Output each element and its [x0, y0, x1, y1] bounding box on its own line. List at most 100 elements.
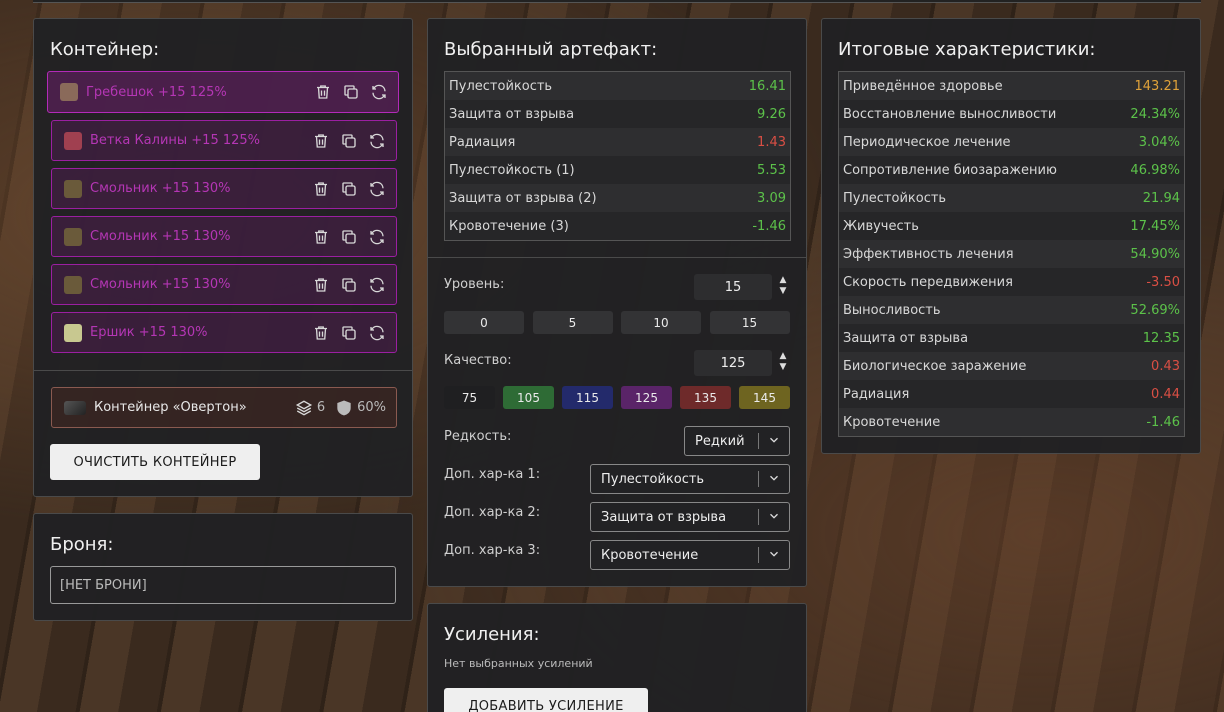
copy-icon[interactable]: [340, 132, 358, 150]
refresh-icon[interactable]: [368, 324, 386, 342]
stat-row: Кровотечение -1.46: [839, 408, 1184, 436]
stat-name: Периодическое лечение: [843, 134, 1011, 150]
stat-row: Живучесть 17.45%: [839, 212, 1184, 240]
stat-value: 21.94: [1142, 190, 1180, 206]
stat-row: Выносливость 52.69%: [839, 296, 1184, 324]
stat-name: Пулестойкость: [449, 78, 553, 94]
ershik-icon: [64, 323, 82, 342]
artifact-label: Гребешок +15 125%: [86, 84, 227, 100]
artifact-actions: [314, 83, 388, 101]
artifact-row[interactable]: Смольник +15 130%: [51, 264, 397, 305]
select-separator: [758, 433, 759, 449]
stat-row: Пулестойкость (1) 5.53: [445, 156, 790, 184]
level-spinner[interactable]: ▲ ▼: [778, 275, 788, 297]
refresh-icon[interactable]: [368, 180, 386, 198]
extra2-value: Защита от взрыва: [601, 509, 727, 525]
shield-icon: [335, 399, 353, 417]
stat-row: Защита от взрыва (2) 3.09: [445, 184, 790, 212]
stat-value: -3.50: [1146, 274, 1180, 290]
artifact-label: Ветка Калины +15 125%: [90, 133, 261, 148]
level-preset-chip[interactable]: 0: [444, 311, 524, 334]
selected-title: Выбранный артефакт:: [444, 39, 658, 60]
smolnik-icon: [64, 179, 82, 198]
stat-name: Скорость передвижения: [843, 274, 1013, 290]
rarity-label: Редкость:: [444, 429, 512, 444]
stat-value: -1.46: [752, 218, 786, 234]
grebeshok-icon: [60, 83, 78, 101]
stat-row: Сопротивление биозаражению 46.98%: [839, 156, 1184, 184]
artifact-row[interactable]: Гребешок +15 125%: [47, 71, 399, 113]
smolnik-icon: [64, 275, 82, 294]
extra1-value: Пулестойкость: [601, 471, 705, 487]
refresh-icon[interactable]: [368, 276, 386, 294]
refresh-icon[interactable]: [368, 132, 386, 150]
container-name: Контейнер «Овертон»: [94, 400, 247, 415]
level-preset-chip[interactable]: 5: [532, 311, 613, 334]
artifact-label: Смольник +15 130%: [90, 181, 231, 196]
armor-title: Броня:: [50, 534, 114, 555]
trash-icon[interactable]: [312, 324, 330, 342]
extra2-select[interactable]: Защита от взрыва: [590, 502, 790, 532]
copy-icon[interactable]: [340, 324, 358, 342]
level-preset-chip[interactable]: 10: [621, 311, 701, 334]
stat-value: 52.69%: [1130, 302, 1180, 318]
artifact-row[interactable]: Смольник +15 130%: [51, 168, 397, 209]
stat-name: Восстановление выносливости: [843, 106, 1057, 122]
boost-empty-text: Нет выбранных усилений: [444, 657, 593, 670]
level-input[interactable]: 15: [694, 274, 772, 300]
stat-row: Приведённое здоровье 143.21: [839, 72, 1184, 100]
stat-value: 1.43: [757, 134, 786, 150]
quality-label: Качество:: [444, 353, 512, 368]
top-bar: [33, 0, 1201, 3]
extra3-select[interactable]: Кровотечение: [590, 540, 790, 570]
quality-input[interactable]: 125: [694, 350, 772, 376]
artifact-row[interactable]: Ветка Калины +15 125%: [51, 120, 397, 161]
quality-preset-chip[interactable]: 115: [562, 386, 613, 409]
artifact-row[interactable]: Ершик +15 130%: [51, 312, 397, 353]
stat-value: 24.34%: [1130, 106, 1180, 122]
artifact-label: Ершик +15 130%: [90, 325, 208, 340]
trash-icon[interactable]: [314, 83, 332, 101]
stat-value: 3.04%: [1138, 134, 1180, 150]
artifact-label: Смольник +15 130%: [90, 229, 231, 244]
armor-panel: Броня: [НЕТ БРОНИ]: [33, 513, 413, 621]
stat-row: Пулестойкость 16.41: [445, 72, 790, 100]
stat-name: Кровотечение: [843, 414, 941, 430]
copy-icon[interactable]: [342, 83, 360, 101]
quality-preset-chip[interactable]: 75: [444, 386, 495, 409]
trash-icon[interactable]: [312, 132, 330, 150]
container-item[interactable]: Контейнер «Овертон» 6 60%: [51, 387, 397, 428]
extra1-select[interactable]: Пулестойкость: [590, 464, 790, 494]
copy-icon[interactable]: [340, 180, 358, 198]
artifact-actions: [312, 228, 386, 246]
level-preset-chip[interactable]: 15: [709, 311, 790, 334]
rarity-select[interactable]: Редкий: [684, 426, 790, 456]
trash-icon[interactable]: [312, 228, 330, 246]
stat-value: 0.44: [1151, 386, 1180, 402]
add-boost-button[interactable]: ДОБАВИТЬ УСИЛЕНИЕ: [444, 688, 648, 712]
trash-icon[interactable]: [312, 276, 330, 294]
level-label: Уровень:: [444, 277, 505, 292]
stat-value: 12.35: [1142, 330, 1180, 346]
protection-value: 60%: [357, 400, 386, 415]
divider: [428, 257, 806, 258]
copy-icon[interactable]: [340, 228, 358, 246]
quality-preset-chip[interactable]: 145: [739, 386, 790, 409]
quality-preset-chip[interactable]: 125: [621, 386, 672, 409]
refresh-icon[interactable]: [368, 228, 386, 246]
artifact-row[interactable]: Смольник +15 130%: [51, 216, 397, 257]
chevron-down-icon: [767, 509, 781, 523]
quality-preset-chip[interactable]: 135: [680, 386, 731, 409]
clear-container-button[interactable]: ОЧИСТИТЬ КОНТЕЙНЕР: [50, 444, 260, 480]
copy-icon[interactable]: [340, 276, 358, 294]
stat-row: Периодическое лечение 3.04%: [839, 128, 1184, 156]
stat-value: 3.09: [757, 190, 786, 206]
divider: [34, 370, 412, 371]
armor-select[interactable]: [НЕТ БРОНИ]: [50, 566, 396, 604]
stat-row: Восстановление выносливости 24.34%: [839, 100, 1184, 128]
refresh-icon[interactable]: [370, 83, 388, 101]
quality-spinner[interactable]: ▲ ▼: [778, 351, 788, 373]
stat-value: 143.21: [1134, 78, 1181, 94]
trash-icon[interactable]: [312, 180, 330, 198]
quality-preset-chip[interactable]: 105: [503, 386, 554, 409]
